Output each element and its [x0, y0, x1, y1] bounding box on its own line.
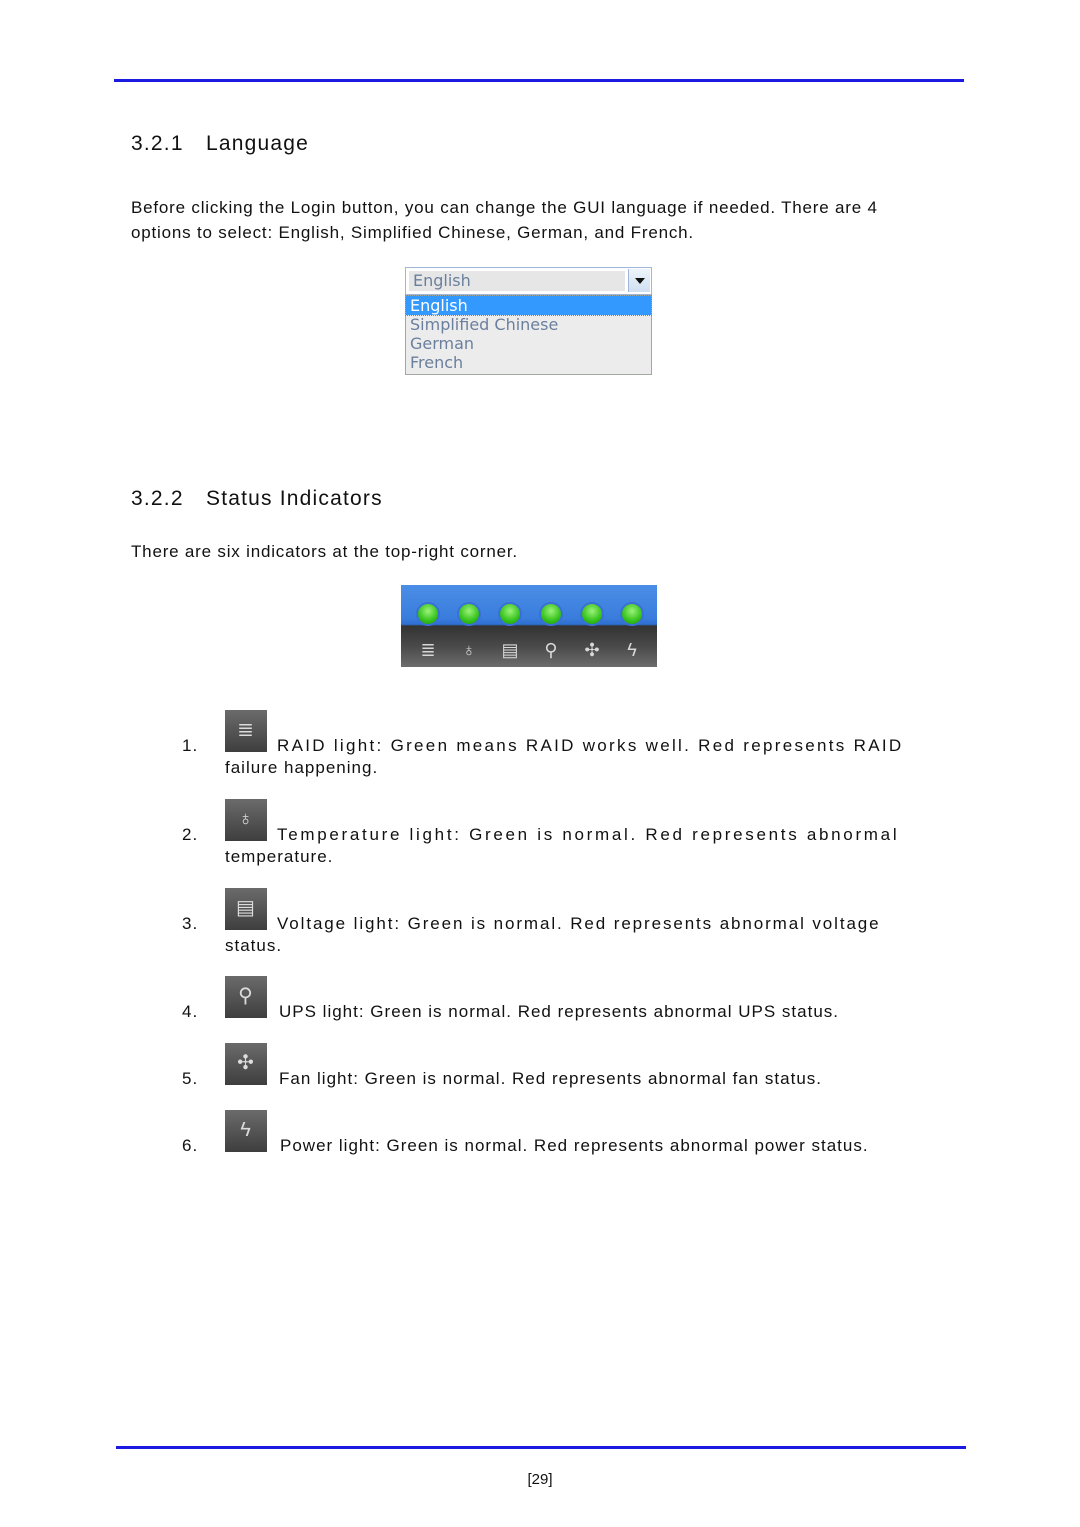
fan-status-light: [582, 604, 602, 624]
language-select[interactable]: English: [405, 267, 652, 295]
list-number: 6.: [182, 1136, 199, 1155]
list-number: 3.: [182, 914, 199, 933]
plug-icon: ⚲: [225, 976, 267, 1018]
raid-icon: ≣: [225, 710, 267, 752]
list-text: RAID light: Green means RAID works well.…: [277, 736, 904, 755]
language-dropdown-screenshot: English English Simplified Chinese Germa…: [405, 267, 652, 375]
list-text-continued: temperature.: [225, 847, 334, 866]
language-option-english[interactable]: English: [405, 295, 652, 316]
language-option-french[interactable]: French: [406, 353, 651, 372]
language-option-simplified-chinese[interactable]: Simplified Chinese: [406, 315, 651, 334]
language-select-value: English: [409, 271, 625, 291]
language-option-german[interactable]: German: [406, 334, 651, 353]
section-number: 3.2.2: [131, 487, 184, 510]
temperature-status-light: [459, 604, 479, 624]
section-heading-status: 3.2.2 Status Indicators: [131, 487, 383, 511]
fan-icon: ✣: [584, 640, 600, 660]
battery-icon: ▤: [501, 640, 519, 660]
power-icon: ϟ: [627, 640, 637, 660]
list-text-continued: failure happening.: [225, 758, 379, 777]
raid-icon: ≣: [420, 640, 436, 660]
list-text: Temperature light: Green is normal. Red …: [277, 825, 900, 844]
list-text-continued: status.: [225, 936, 283, 955]
section-title: Status Indicators: [206, 487, 383, 510]
status-indicator-bar: ≣ ♁ ▤ ⚲ ✣ ϟ: [401, 585, 657, 667]
list-number: 5.: [182, 1069, 199, 1088]
power-status-light: [622, 604, 642, 624]
list-text: Fan light: Green is normal. Red represen…: [279, 1069, 823, 1088]
list-text: Voltage light: Green is normal. Red repr…: [277, 914, 881, 933]
status-paragraph: There are six indicators at the top-righ…: [131, 542, 518, 561]
language-paragraph: Before clicking the Login button, you ca…: [131, 198, 878, 242]
thermometer-icon: ♁: [225, 799, 267, 841]
plug-icon: ⚲: [544, 640, 558, 660]
section-heading-language: 3.2.1 Language: [131, 132, 309, 156]
list-text: UPS light: Green is normal. Red represen…: [279, 1002, 839, 1021]
power-icon: ϟ: [225, 1110, 267, 1152]
list-number: 2.: [182, 825, 199, 844]
list-text: Power light: Green is normal. Red repres…: [280, 1136, 869, 1155]
page-number: [29]: [527, 1471, 553, 1488]
raid-status-light: [418, 604, 438, 624]
language-options-list: English Simplified Chinese German French: [405, 295, 652, 375]
thermometer-icon: ♁: [462, 640, 476, 660]
battery-icon: ▤: [225, 888, 267, 930]
fan-icon: ✣: [225, 1043, 267, 1085]
list-number: 1.: [182, 736, 199, 755]
footer-rule: [116, 1446, 966, 1449]
ups-status-light: [541, 604, 561, 624]
chevron-down-icon[interactable]: [628, 269, 650, 292]
list-number: 4.: [182, 1002, 199, 1021]
voltage-status-light: [500, 604, 520, 624]
header-rule: [114, 79, 964, 82]
section-title: Language: [206, 132, 310, 155]
section-number: 3.2.1: [131, 132, 184, 155]
